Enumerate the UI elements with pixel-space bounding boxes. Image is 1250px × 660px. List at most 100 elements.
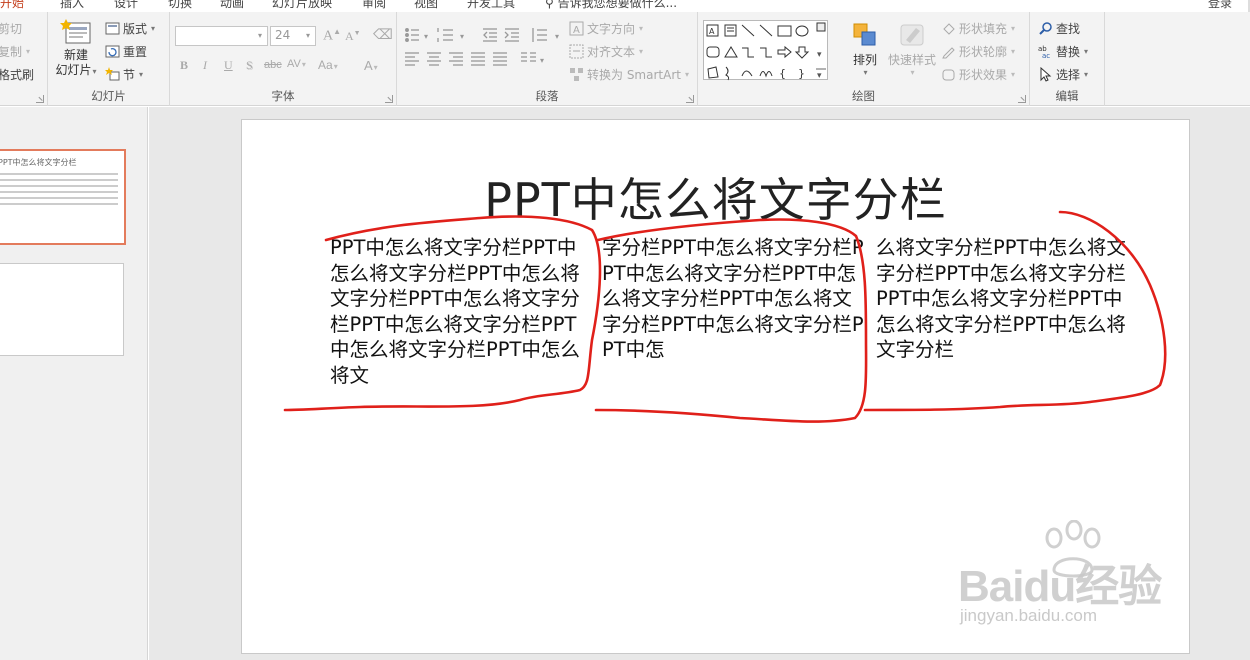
tab-home[interactable]: 开始	[0, 0, 24, 11]
tab-design[interactable]: 设计	[114, 0, 138, 11]
tab-developer[interactable]: 开发工具	[467, 0, 515, 11]
smartart-icon	[569, 67, 584, 82]
reset-button[interactable]: 重置	[105, 43, 147, 60]
font-color-button[interactable]: A▾	[364, 58, 378, 73]
thumbnail-text-line	[0, 197, 118, 199]
tab-view[interactable]: 视图	[414, 0, 438, 11]
login-link[interactable]: 登录	[1208, 0, 1232, 11]
cut-button[interactable]: 剪切	[0, 20, 22, 37]
shape-fill-button[interactable]: 形状填充 ▾	[941, 20, 1015, 37]
copy-button[interactable]: 复制 ▾	[0, 43, 30, 60]
arrange-icon	[853, 23, 876, 46]
format-painter-label: 格式刷	[0, 68, 35, 82]
chevron-down-icon: ▾	[1011, 24, 1016, 33]
slide[interactable]: PPT中怎么将文字分栏 PPT中怎么将文字分栏PPT中怎么将文字分栏PPT中怎么…	[241, 119, 1190, 654]
italic-button[interactable]: I	[203, 58, 207, 73]
dialog-launcher-icon[interactable]	[686, 95, 694, 103]
tab-animations[interactable]: 动画	[220, 0, 244, 11]
svg-text:▾: ▾	[555, 32, 559, 41]
strikethrough-button[interactable]: abc	[264, 59, 282, 71]
svg-text:▾: ▾	[817, 71, 822, 81]
text-column-1[interactable]: PPT中怎么将文字分栏PPT中怎么将文字分栏PPT中怎么将文字分栏PPT中怎么将…	[330, 235, 594, 389]
chevron-down-icon: ▾	[1011, 47, 1016, 56]
text-direction-button[interactable]: A 文字方向 ▾	[569, 20, 643, 37]
font-name-combo[interactable]: ▾	[175, 26, 268, 46]
dialog-launcher-icon[interactable]	[1018, 95, 1026, 103]
format-painter-button[interactable]: 格式刷	[0, 66, 34, 83]
bullets-icon	[405, 28, 419, 42]
shapes-gallery[interactable]: A ▾ {} ▾	[703, 20, 828, 81]
slide-thumbnail-2[interactable]	[0, 263, 124, 356]
slide-thumbnails-pane[interactable]: PPT中怎么将文字分栏	[0, 107, 148, 660]
change-case-label: Aa	[318, 58, 333, 72]
shapes-gallery-icons: A ▾ {} ▾	[706, 22, 826, 81]
svg-text:}: }	[798, 67, 805, 80]
tab-insert[interactable]: 插入	[60, 0, 84, 11]
shape-outline-button[interactable]: 形状轮廓 ▾	[941, 43, 1015, 60]
font-color-label: A	[364, 58, 373, 73]
ribbon-tab-strip: 开始 插入 设计 切换 动画 幻灯片放映 审阅 视图 开发工具 ⚲ 告诉我您想要…	[0, 0, 1250, 12]
chevron-down-icon: ▾	[639, 47, 644, 56]
chevron-down-icon: ▾	[139, 70, 144, 79]
chevron-down-icon: ▾	[1011, 70, 1016, 79]
editing-group: 查找 ab ac 替换 ▾ 选择 ▾ 编辑	[1030, 12, 1105, 106]
svg-text:▾: ▾	[540, 56, 544, 65]
slide-thumbnail-1[interactable]: PPT中怎么将文字分栏	[0, 149, 126, 245]
paragraph-group-label: 段落	[535, 89, 559, 103]
change-case-button[interactable]: Aa▾	[318, 58, 338, 72]
layout-button[interactable]: 版式 ▾	[105, 20, 155, 37]
clear-formatting-icon[interactable]: ⌫	[373, 27, 393, 44]
replace-button[interactable]: ab ac 替换 ▾	[1038, 43, 1088, 60]
underline-button[interactable]: U	[224, 58, 233, 73]
svg-text:A: A	[709, 27, 715, 36]
decrease-font-size-icon[interactable]: A▼	[345, 29, 361, 44]
chevron-down-icon: ▾	[26, 47, 31, 56]
chevron-down-icon: ▾	[92, 67, 97, 76]
tab-transitions[interactable]: 切换	[168, 0, 192, 11]
align-text-button[interactable]: 对齐文本 ▾	[569, 43, 643, 60]
align-right-icon	[449, 52, 463, 66]
text-column-2[interactable]: 字分栏PPT中怎么将文字分栏PPT中怎么将文字分栏PPT中怎么将文字分栏PPT中…	[602, 235, 867, 363]
chevron-down-icon: ▾	[373, 63, 378, 72]
arrange-button[interactable]: 排列 ▾	[848, 22, 882, 77]
quick-styles-icon	[900, 24, 924, 46]
dialog-launcher-icon[interactable]	[385, 95, 393, 103]
increase-font-size-icon[interactable]: A▲	[323, 27, 341, 45]
quick-styles-button[interactable]: 快速样式 ▾	[886, 22, 938, 77]
section-button[interactable]: 节 ▾	[105, 66, 143, 83]
font-size-combo[interactable]: 24 ▾	[270, 26, 316, 46]
align-left-icon	[405, 52, 419, 66]
thumbnail-text-line	[0, 179, 118, 181]
paint-bucket-icon	[941, 21, 956, 36]
character-spacing-button[interactable]: AV▾	[287, 58, 306, 70]
drawing-group-label: 绘图	[852, 89, 875, 103]
drawing-group: A ▾ {} ▾ 排列 ▾ 快速样式 ▾ 形状填充 ▾ 形状轮廓 ▾ 形状效果…	[698, 12, 1030, 106]
convert-smartart-button[interactable]: 转换为 SmartArt ▾	[569, 66, 689, 83]
cut-label: 剪切	[0, 22, 23, 36]
dialog-launcher-icon[interactable]	[36, 95, 44, 103]
new-slide-button[interactable]: 新建 幻灯片▾	[54, 18, 98, 88]
tab-review[interactable]: 审阅	[362, 0, 386, 11]
new-slide-label-2: 幻灯片▾	[54, 63, 98, 79]
text-column-3[interactable]: 么将文字分栏PPT中怎么将文字分栏PPT中怎么将文字分栏PPT中怎么将文字分栏P…	[876, 235, 1131, 363]
slides-group: 新建 幻灯片▾ 版式 ▾ 重置 节 ▾ 幻灯片	[48, 12, 170, 106]
quick-styles-label: 快速样式	[887, 53, 936, 67]
select-button[interactable]: 选择 ▾	[1038, 66, 1088, 83]
text-direction-label: 文字方向	[587, 22, 636, 36]
distribute-icon	[493, 52, 507, 66]
text-shadow-button[interactable]: S	[246, 58, 253, 73]
chevron-down-icon: ▾	[301, 60, 306, 69]
tab-slideshow[interactable]: 幻灯片放映	[272, 0, 332, 11]
shape-effects-button[interactable]: 形状效果 ▾	[941, 66, 1015, 83]
character-spacing-label: AV	[287, 58, 301, 70]
slide-title[interactable]: PPT中怎么将文字分栏	[242, 164, 1189, 230]
tell-me-box[interactable]: ⚲ 告诉我您想要做什么...	[545, 0, 677, 11]
bold-button[interactable]: B	[180, 58, 188, 73]
svg-text:{: {	[779, 67, 786, 80]
new-slide-text: 幻灯片	[55, 63, 92, 77]
numbering-icon	[437, 28, 453, 42]
reset-label: 重置	[123, 45, 148, 59]
find-button[interactable]: 查找	[1038, 20, 1080, 37]
columns-icon	[521, 52, 536, 62]
font-group: ▾ 24 ▾ A▲ A▼ ⌫ B I U S abc AV▾ Aa▾ A▾ 字体	[170, 12, 397, 106]
